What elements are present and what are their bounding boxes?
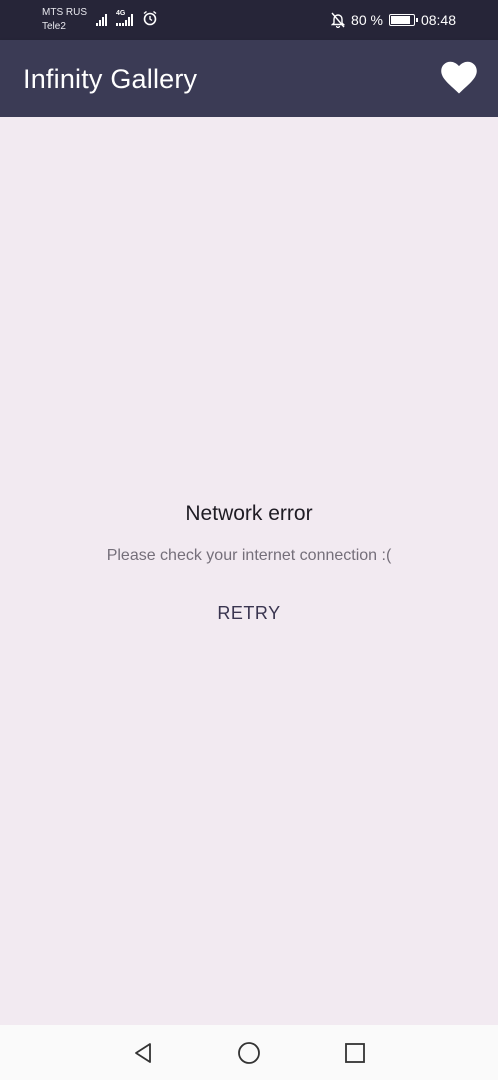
app-bar: Infinity Gallery: [0, 40, 498, 117]
home-button[interactable]: [235, 1039, 263, 1067]
heart-icon: [441, 61, 477, 94]
carrier-info: MTS RUS Tele2: [42, 6, 87, 34]
signal-1-icon: [96, 12, 107, 26]
signal-2-icon: [116, 12, 133, 26]
retry-button[interactable]: RETRY: [199, 595, 299, 631]
status-bar: MTS RUS Tele2 4G 80 % 08:48: [0, 0, 498, 40]
battery-icon: [388, 14, 418, 26]
content-area: Network error Please check your internet…: [0, 117, 498, 1025]
battery-percent: 80 %: [351, 12, 383, 28]
circle-home-icon: [238, 1042, 260, 1064]
carrier-2: Tele2: [42, 21, 66, 32]
back-button[interactable]: [129, 1039, 157, 1067]
status-right: 80 % 08:48: [331, 10, 456, 30]
clock: 08:48: [420, 12, 456, 28]
alarm-icon: [143, 10, 157, 26]
error-message: Please check your internet connection :(: [106, 547, 392, 564]
favorites-button[interactable]: [438, 58, 480, 98]
error-title: Network error: [185, 502, 313, 525]
triangle-back-icon: [135, 1043, 151, 1063]
navigation-bar: [0, 1025, 498, 1080]
recents-button[interactable]: [341, 1039, 369, 1067]
carrier-1: MTS RUS: [42, 7, 87, 18]
app-title: Infinity Gallery: [23, 64, 198, 94]
notifications-off-icon: [331, 12, 346, 28]
square-recents-icon: [345, 1043, 365, 1063]
